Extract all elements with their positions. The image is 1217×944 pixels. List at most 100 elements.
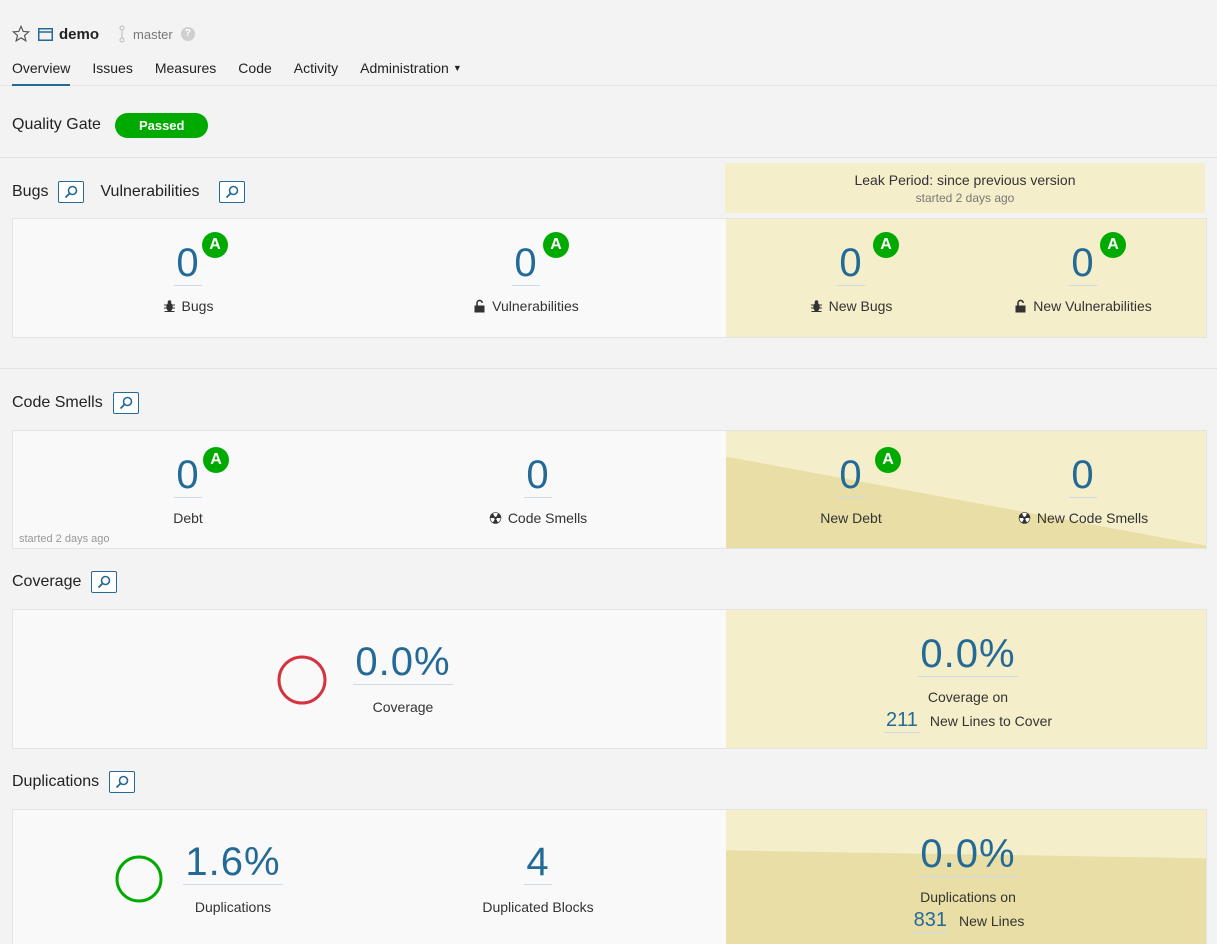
coverage-donut-chart[interactable]: [276, 654, 328, 706]
code-smells-title: Code Smells: [12, 394, 103, 411]
new-debt-label: New Debt: [820, 510, 882, 526]
new-debt-value[interactable]: 0: [837, 453, 865, 498]
bugs-title: Bugs: [12, 183, 49, 200]
new-coverage-label: Coverage on: [927, 689, 1009, 705]
chevron-down-icon: ▼: [452, 63, 462, 73]
new-code-smells-label: New Code Smells: [1036, 510, 1149, 526]
nav-administration-label: Administration: [360, 60, 449, 76]
search-icon: [116, 775, 129, 789]
bug-icon: [163, 300, 175, 312]
vulnerabilities-title: Vulnerabilities: [100, 183, 200, 200]
nav-code[interactable]: Code: [238, 60, 271, 84]
new-vulnerabilities-value[interactable]: 0: [1069, 241, 1097, 286]
divider: [0, 368, 1217, 369]
project-nav: Overview Issues Measures Code Activity A…: [0, 60, 462, 86]
new-duplications-value[interactable]: 0.0%: [918, 832, 1018, 877]
bugs-value[interactable]: 0: [174, 241, 202, 286]
code-smells-metric: 0 Code Smells: [453, 453, 623, 526]
new-bugs-rating-badge[interactable]: A: [873, 232, 899, 258]
new-vulnerabilities-label-row: New Vulnerabilities: [993, 298, 1173, 314]
vulnerabilities-metric: 0 Vulnerabilities: [441, 241, 611, 314]
duplications-donut-ring: [115, 855, 163, 903]
vulnerabilities-drilldown-button[interactable]: [219, 181, 246, 203]
coverage-value[interactable]: 0.0%: [353, 640, 453, 685]
leak-period-started: started 2 days ago: [915, 191, 1015, 205]
duplicated-blocks-label: Duplicated Blocks: [482, 899, 594, 915]
bugs-vulns-section-title: Bugs Vulnerabilities: [12, 179, 246, 205]
duplicated-blocks-metric: 4 Duplicated Blocks: [453, 840, 623, 915]
coverage-metric: 0.0% Coverage: [343, 640, 463, 715]
nav-overview[interactable]: Overview: [12, 60, 71, 86]
project-header: demo master ? Overview Issues Measures C…: [0, 0, 1217, 86]
quality-gate-label: Quality Gate: [12, 116, 101, 133]
nav-activity[interactable]: Activity: [294, 60, 338, 84]
bugs-rating-badge[interactable]: A: [202, 232, 228, 258]
leak-period-banner: Leak Period: since previous version star…: [725, 163, 1205, 213]
branch-name[interactable]: master: [133, 27, 173, 42]
bugs-vulns-panel: 0 Bugs A 0 Vulnerabilities A 0 New Bugs …: [12, 218, 1207, 338]
branch-icon: [119, 25, 125, 43]
unlock-icon: [1015, 299, 1026, 313]
new-duplications-label: Duplications on: [920, 889, 1016, 905]
search-icon: [119, 396, 133, 410]
vulnerabilities-label: Vulnerabilities: [492, 298, 579, 314]
duplications-donut-chart[interactable]: [114, 854, 164, 904]
project-name[interactable]: demo: [59, 26, 99, 43]
new-lines-value[interactable]: 831: [911, 909, 949, 933]
radiation-icon: [489, 512, 502, 524]
search-icon: [98, 575, 111, 589]
debt-value[interactable]: 0: [174, 453, 202, 498]
coverage-label: Coverage: [372, 699, 434, 715]
new-vulnerabilities-metric: 0 New Vulnerabilities: [993, 241, 1173, 314]
new-code-smells-metric: 0 New Code Smells: [993, 453, 1173, 526]
new-code-smells-label-row: New Code Smells: [993, 510, 1173, 526]
coverage-donut-ring: [277, 655, 327, 705]
debt-metric: 0 Debt: [113, 453, 263, 526]
nav-administration[interactable]: Administration ▼: [360, 60, 462, 84]
new-vulnerabilities-label: New Vulnerabilities: [1033, 298, 1152, 314]
bugs-drilldown-button[interactable]: [58, 181, 85, 203]
new-lines-row: 831 New Lines: [853, 909, 1083, 933]
duplications-label: Duplications: [194, 899, 272, 915]
debt-label: Debt: [173, 510, 203, 526]
project-icon: [38, 27, 53, 41]
vulnerabilities-rating-badge[interactable]: A: [543, 232, 569, 258]
project-title-row: demo master ?: [12, 22, 195, 46]
new-lines-to-cover-value[interactable]: 211: [883, 709, 920, 733]
code-smells-panel: 0 Debt A started 2 days ago 0 Code Smell…: [12, 430, 1207, 549]
bugs-metric: 0 Bugs: [113, 241, 263, 314]
new-code-smells-value[interactable]: 0: [1069, 453, 1097, 498]
vulnerabilities-label-row: Vulnerabilities: [441, 298, 611, 314]
duplications-value[interactable]: 1.6%: [183, 840, 283, 885]
nav-issues[interactable]: Issues: [92, 60, 132, 84]
new-debt-rating-badge[interactable]: A: [875, 447, 901, 473]
duplications-section-title: Duplications: [12, 769, 136, 795]
duplicated-blocks-value[interactable]: 4: [524, 840, 552, 885]
new-lines-label: New Lines: [959, 913, 1025, 929]
new-bugs-value[interactable]: 0: [837, 241, 865, 286]
code-smells-value[interactable]: 0: [524, 453, 552, 498]
vulnerabilities-value[interactable]: 0: [512, 241, 540, 286]
coverage-panel: 0.0% Coverage 0.0% Coverage on 211 New L…: [12, 609, 1207, 749]
new-coverage-value[interactable]: 0.0%: [918, 632, 1018, 677]
new-duplications-metric: 0.0% Duplications on 831 New Lines: [853, 832, 1083, 933]
new-coverage-metric: 0.0% Coverage on 211 New Lines to Cover: [853, 632, 1083, 733]
code-smells-drilldown-button[interactable]: [112, 392, 139, 414]
duplications-drilldown-button[interactable]: [109, 771, 136, 793]
favorite-star-icon[interactable]: [12, 25, 30, 43]
help-icon[interactable]: ?: [180, 27, 195, 41]
coverage-title: Coverage: [12, 573, 82, 590]
nav-measures[interactable]: Measures: [155, 60, 216, 84]
code-smells-label: Code Smells: [507, 510, 588, 526]
coverage-drilldown-button[interactable]: [91, 571, 118, 593]
unlock-icon: [474, 299, 485, 313]
debt-started-note: started 2 days ago: [19, 533, 110, 545]
code-smells-section-title: Code Smells: [12, 390, 139, 416]
code-smells-label-row: Code Smells: [453, 510, 623, 526]
bugs-label-row: Bugs: [113, 298, 263, 314]
new-lines-to-cover-label: New Lines to Cover: [929, 713, 1053, 729]
new-bugs-label-row: New Bugs: [776, 298, 926, 314]
debt-rating-badge[interactable]: A: [203, 447, 229, 473]
new-vulnerabilities-rating-badge[interactable]: A: [1100, 232, 1126, 258]
quality-gate: Quality Gate Passed: [12, 112, 209, 138]
